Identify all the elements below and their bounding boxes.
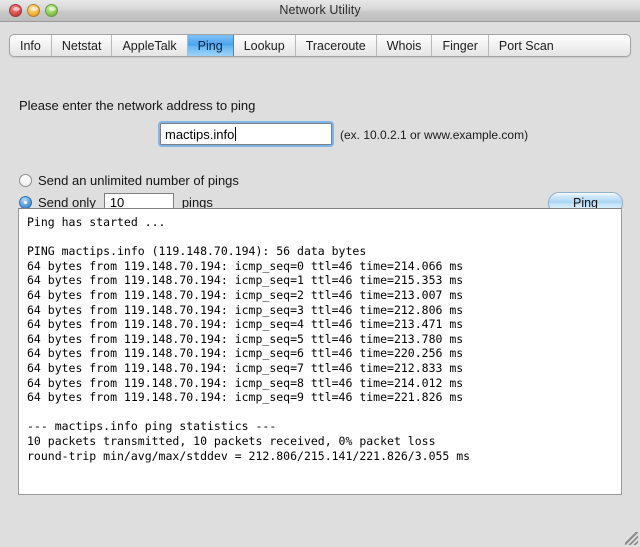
ping-prompt-label: Please enter the network address to ping [19,98,256,113]
radio-send-unlimited-label: Send an unlimited number of pings [38,173,239,188]
resize-grip-icon[interactable] [625,532,638,545]
tab-lookup[interactable]: Lookup [234,35,296,56]
tab-finger[interactable]: Finger [432,35,489,56]
radio-unselected-icon[interactable] [19,174,32,187]
address-input[interactable]: mactips.info [160,123,332,145]
address-input-wrapper: mactips.info [158,121,334,147]
address-example-hint: (ex. 10.0.2.1 or www.example.com) [340,128,529,142]
address-input-value: mactips.info [165,126,235,142]
ping-output-text: Ping has started ... PING mactips.info (… [27,215,471,463]
text-caret [235,127,237,141]
tab-ping[interactable]: Ping [187,35,234,56]
tab-traceroute[interactable]: Traceroute [296,35,377,56]
tab-whois[interactable]: Whois [377,35,433,56]
window-content: Info Netstat AppleTalk Ping Lookup Trace… [0,22,640,547]
tab-info[interactable]: Info [10,35,52,56]
radio-send-unlimited[interactable]: Send an unlimited number of pings [19,173,239,188]
ping-output-area[interactable]: Ping has started ... PING mactips.info (… [18,208,622,495]
window-title: Network Utility [279,3,361,17]
tab-netstat[interactable]: Netstat [52,35,113,56]
tab-port-scan[interactable]: Port Scan [489,35,564,56]
tab-appletalk[interactable]: AppleTalk [112,35,188,56]
window-titlebar: Network Utility [0,0,640,22]
tab-bar: Info Netstat AppleTalk Ping Lookup Trace… [9,34,631,57]
network-utility-window: Network Utility Info Netstat AppleTalk P… [0,0,640,547]
